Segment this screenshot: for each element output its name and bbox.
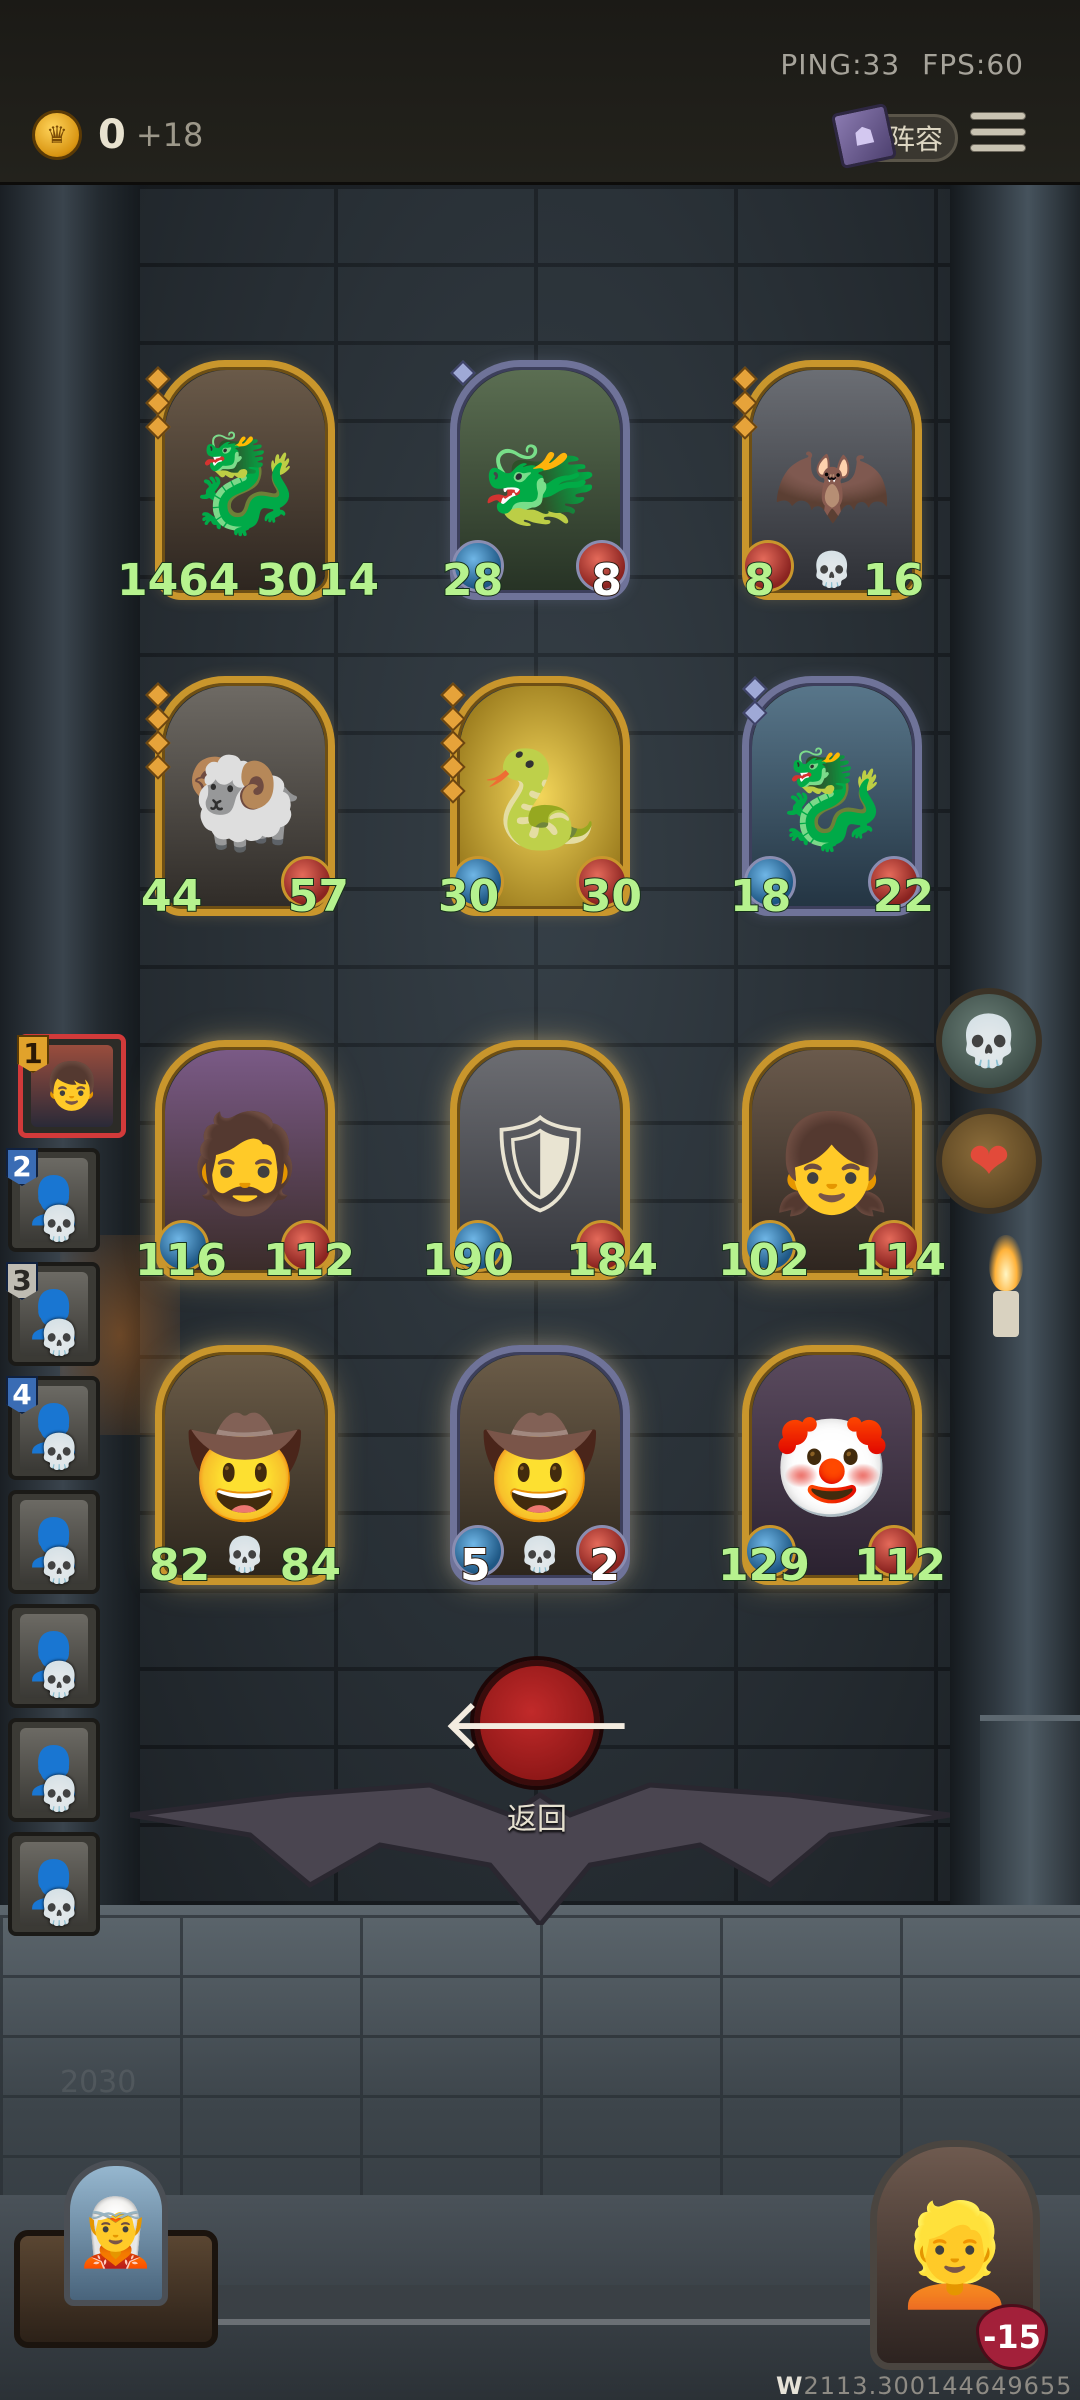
queue-slot-3[interactable]: 👤 3 💀: [6, 1262, 100, 1366]
network-status: PING:33 FPS:60: [758, 48, 1024, 81]
heart-icon: ❤: [968, 1132, 1010, 1190]
shop-chest[interactable]: 🧝: [10, 2150, 224, 2350]
health-value: 22: [872, 870, 935, 923]
ledge-rail: [180, 2285, 900, 2325]
shopkeeper-portrait: 🧝: [64, 2160, 168, 2306]
attack-value: 8: [743, 554, 776, 607]
queue-slot-2[interactable]: 👤 2 💀: [6, 1148, 100, 1252]
enemy-card-bat-demon[interactable]: 🦇 8 💀 16: [732, 360, 925, 607]
enemy-card-golden-dragon[interactable]: 🐍 30 30: [437, 676, 643, 923]
ghost-skull-icon: 💀: [957, 1011, 1021, 1070]
faded-emblem-text: 2030: [60, 2065, 137, 2100]
hamburger-menu-icon[interactable]: [970, 112, 1026, 160]
attack-value: 18: [729, 870, 792, 923]
skull-icon: 💀: [38, 1318, 81, 1358]
attack-value: 116: [134, 1234, 228, 1287]
attack-value: 102: [717, 1234, 811, 1287]
skull-icon: 💀: [518, 1535, 562, 1575]
heart-emblem-button[interactable]: ❤: [936, 1108, 1042, 1214]
attack-value: 1464: [116, 554, 240, 607]
enemy-card-dark-dragon[interactable]: 🐉 1464 3014: [116, 360, 380, 607]
enemy-card-azure-dragon[interactable]: 🐉 18 22: [729, 676, 935, 923]
attack-value: 190: [421, 1234, 515, 1287]
gold-income: +18: [135, 116, 204, 154]
ping-text: PING:33: [780, 48, 901, 81]
player-card-gunslinger-copy[interactable]: 🤠 5 💀 2: [450, 1345, 630, 1592]
top-bar: PING:33 FPS:60 ♛ 0 +18 阵容 ☗: [0, 0, 1080, 185]
health-value: 30: [580, 870, 643, 923]
back-button[interactable]: 🡐: [440, 1660, 634, 1786]
attack-value: 82: [148, 1539, 211, 1592]
build-prefix: W: [776, 2372, 804, 2400]
crown-coin-icon: ♛: [32, 110, 82, 160]
queue-slot-7[interactable]: 👤 💀: [8, 1718, 100, 1822]
back-arrow-icon: 🡐: [440, 1681, 634, 1766]
skull-icon: 💀: [38, 1774, 81, 1814]
enemy-card-horned-beast[interactable]: 🐏 44 57: [140, 676, 350, 923]
skull-icon: 💀: [38, 1546, 81, 1586]
player-hero[interactable]: 👱 -15: [870, 2140, 1048, 2370]
player-card-jester-clown[interactable]: 🤡 129 112: [717, 1345, 947, 1592]
fps-text: FPS:60: [922, 48, 1024, 81]
attack-value: 44: [140, 870, 203, 923]
player-card-gunslinger[interactable]: 🤠 82 💀 84: [148, 1345, 342, 1592]
right-pillar-base: [980, 1715, 1080, 1905]
faded-emblem: 2030: [60, 2065, 136, 2100]
health-value: 112: [262, 1234, 356, 1287]
attack-value: 5: [459, 1539, 492, 1592]
build-info: W2113.300144649655: [776, 2372, 1072, 2400]
opponent-queue: 👦 1 👤 2 💀 👤 3 💀 👤 4 💀 👤 💀 👤 💀 👤 💀 👤 💀: [2, 1020, 126, 1940]
attack-value: 129: [717, 1539, 811, 1592]
torch-icon: [986, 1235, 1026, 1345]
health-value: 3014: [256, 554, 380, 607]
gold-display: ♛ 0 +18: [32, 110, 203, 160]
build-code: 2113.300144649655: [803, 2372, 1073, 2400]
book-icon: ☗: [830, 102, 898, 170]
enemy-card-green-dragon[interactable]: 🐲 28 8: [441, 360, 630, 607]
player-card-bandana-girl[interactable]: 👧 102 114: [717, 1040, 947, 1287]
gold-amount: 0: [98, 112, 126, 158]
health-value: 2: [588, 1539, 621, 1592]
health-value: 57: [287, 870, 350, 923]
queue-slot-5[interactable]: 👤 💀: [8, 1490, 100, 1594]
skull-icon: 💀: [810, 550, 854, 590]
health-value: 184: [565, 1234, 659, 1287]
skull-icon: 💀: [223, 1535, 267, 1575]
back-label: 返回: [507, 1802, 567, 1837]
attack-value: 28: [441, 554, 504, 607]
skull-icon: 💀: [38, 1660, 81, 1700]
player-card-red-haired-brute[interactable]: 🧔 116 112: [134, 1040, 356, 1287]
ghost-skull-button[interactable]: 💀: [936, 988, 1042, 1094]
queue-slot-8[interactable]: 👤 💀: [8, 1832, 100, 1936]
health-value: 8: [590, 554, 623, 607]
health-value: 112: [853, 1539, 947, 1592]
queue-slot-4[interactable]: 👤 4 💀: [6, 1376, 100, 1480]
skull-icon: 💀: [38, 1432, 81, 1472]
health-value: 84: [279, 1539, 342, 1592]
player-card-armored-knight[interactable]: 🛡 190 184: [421, 1040, 659, 1287]
health-value: 16: [862, 554, 925, 607]
skull-icon: 💀: [38, 1888, 81, 1928]
skull-icon: 💀: [38, 1204, 81, 1244]
attack-value: 30: [437, 870, 500, 923]
queue-slot-6[interactable]: 👤 💀: [8, 1604, 100, 1708]
queue-slot-1[interactable]: 👦 1: [17, 1034, 126, 1138]
health-value: 114: [853, 1234, 947, 1287]
